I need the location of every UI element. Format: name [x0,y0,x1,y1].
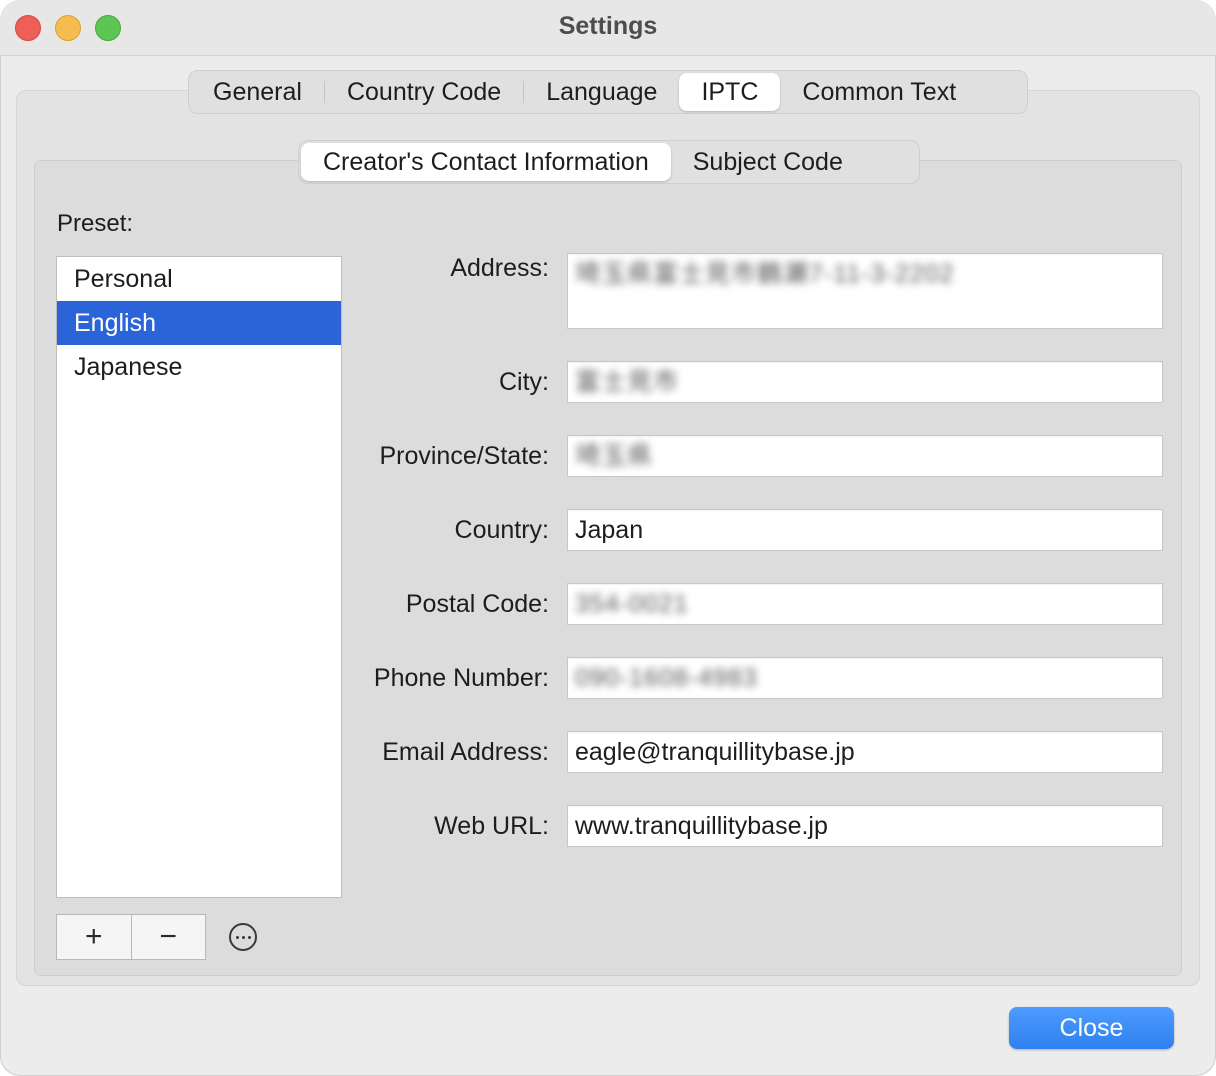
city-field[interactable]: 富士見市 [567,361,1163,403]
tab-language[interactable]: Language [524,73,679,111]
sub-tab-bar: Creator's Contact Information Subject Co… [298,140,920,184]
phone-number-value: 090-1608-4983 [575,664,758,692]
postal-code-label: Postal Code: [405,590,549,618]
tab-iptc[interactable]: IPTC [679,73,781,111]
preset-button-group: + − [56,914,206,960]
close-button[interactable]: Close [1009,1007,1174,1049]
country-field[interactable]: Japan [567,509,1163,551]
remove-preset-button[interactable]: − [132,915,206,959]
province-value: 埼玉県 [575,442,654,470]
city-label: City: [499,368,549,396]
tab-common-text[interactable]: Common Text [780,73,978,111]
address-value: 埼玉県富士見市鶴瀬7-11-3-2202 [575,260,955,288]
province-label: Province/State: [379,442,549,470]
preset-list[interactable]: Personal English Japanese [56,256,342,898]
address-label: Address: [450,254,549,282]
phone-number-field[interactable]: 090-1608-4983 [567,657,1163,699]
phone-number-label: Phone Number: [373,664,549,692]
country-label: Country: [454,516,549,544]
email-address-label: Email Address: [382,738,549,766]
postal-code-value: 354-0021 [575,590,689,618]
province-field[interactable]: 埼玉県 [567,435,1163,477]
email-address-value: eagle@tranquillitybase.jp [575,738,855,766]
settings-window: Settings General Country Code Language I… [0,0,1216,1076]
tab-country-code[interactable]: Country Code [325,73,523,111]
more-options-icon[interactable] [229,923,257,951]
country-value: Japan [575,516,644,544]
tab-general[interactable]: General [191,73,324,111]
window-title: Settings [558,12,658,40]
preset-item-personal[interactable]: Personal [57,257,341,301]
preset-item-japanese[interactable]: Japanese [57,345,341,389]
subtab-creators-contact-information[interactable]: Creator's Contact Information [301,143,671,181]
add-preset-button[interactable]: + [57,915,131,959]
web-url-field[interactable]: www.tranquillitybase.jp [567,805,1163,847]
address-field[interactable]: 埼玉県富士見市鶴瀬7-11-3-2202 [567,253,1163,329]
title-bar: Settings [0,0,1216,56]
preset-label: Preset: [57,210,134,237]
web-url-value: www.tranquillitybase.jp [575,812,828,840]
postal-code-field[interactable]: 354-0021 [567,583,1163,625]
main-tab-bar: General Country Code Language IPTC Commo… [188,70,1028,114]
city-value: 富士見市 [575,368,680,396]
web-url-label: Web URL: [434,812,549,840]
email-address-field[interactable]: eagle@tranquillitybase.jp [567,731,1163,773]
preset-item-english[interactable]: English [57,301,341,345]
subtab-subject-code[interactable]: Subject Code [671,143,865,181]
